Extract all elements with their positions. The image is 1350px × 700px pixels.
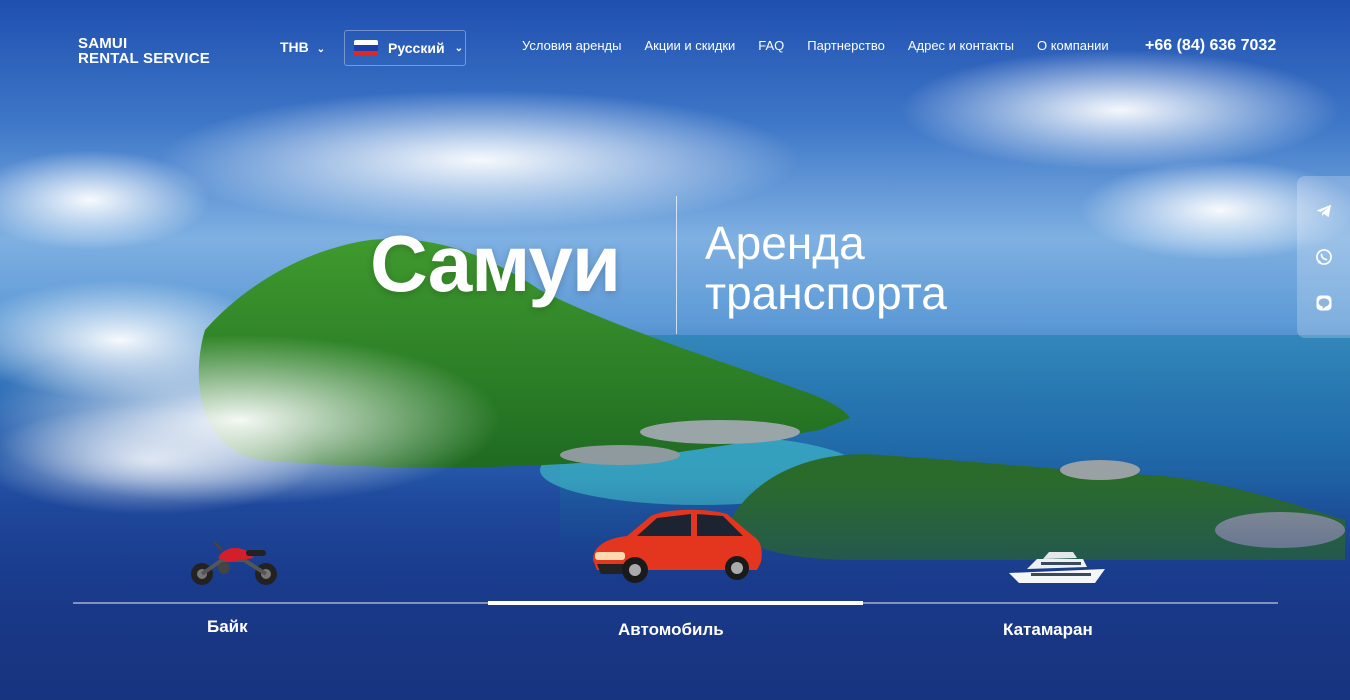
- language-select[interactable]: Русский ⌄: [344, 30, 466, 66]
- main-menu: Условия аренды Акции и скидки FAQ Партне…: [522, 38, 1132, 53]
- currency-select[interactable]: THB ⌄: [280, 39, 325, 55]
- top-navigation: SAMUI RENTAL SERVICE THB ⌄ Русский ⌄ Усло…: [0, 0, 1350, 92]
- russian-flag-icon: [354, 40, 378, 56]
- menu-item-partnership[interactable]: Партнерство: [807, 38, 885, 53]
- menu-item-promotions[interactable]: Акции и скидки: [644, 38, 735, 53]
- logo[interactable]: SAMUI RENTAL SERVICE: [78, 36, 210, 66]
- currency-label: THB: [280, 39, 309, 55]
- hero-subtitle-line1: Аренда: [705, 217, 865, 269]
- hero-subtitle-line2: транспорта: [705, 267, 947, 319]
- menu-item-about[interactable]: О компании: [1037, 38, 1109, 53]
- menu-item-rental-terms[interactable]: Условия аренды: [522, 38, 621, 53]
- hero-subtitle: Аренда транспорта: [705, 218, 947, 318]
- chevron-down-icon: ⌄: [316, 44, 326, 55]
- chevron-down-icon: ⌄: [454, 42, 463, 54]
- tab-bike[interactable]: Байк: [207, 617, 248, 637]
- motorcycle-image[interactable]: [188, 536, 282, 588]
- line-icon[interactable]: [1314, 293, 1334, 313]
- background-scenery: [0, 50, 1350, 700]
- social-sidebar: [1297, 176, 1350, 338]
- tab-active-indicator: [488, 601, 863, 605]
- hero-title: Самуи: [370, 219, 621, 308]
- telegram-icon[interactable]: [1314, 201, 1334, 221]
- whatsapp-icon[interactable]: [1314, 247, 1334, 267]
- title-divider: [676, 196, 677, 334]
- logo-line2: RENTAL SERVICE: [78, 50, 210, 67]
- tab-catamaran[interactable]: Катамаран: [1003, 620, 1093, 640]
- language-label: Русский: [388, 40, 445, 56]
- tab-car[interactable]: Автомобиль: [618, 620, 724, 640]
- yacht-image[interactable]: [1007, 547, 1107, 587]
- phone-link[interactable]: +66 (84) 636 7032: [1145, 37, 1276, 55]
- car-image[interactable]: [587, 504, 765, 586]
- menu-item-contacts[interactable]: Адрес и контакты: [908, 38, 1014, 53]
- hero-section: SAMUI RENTAL SERVICE THB ⌄ Русский ⌄ Усло…: [0, 0, 1350, 700]
- menu-item-faq[interactable]: FAQ: [758, 38, 784, 53]
